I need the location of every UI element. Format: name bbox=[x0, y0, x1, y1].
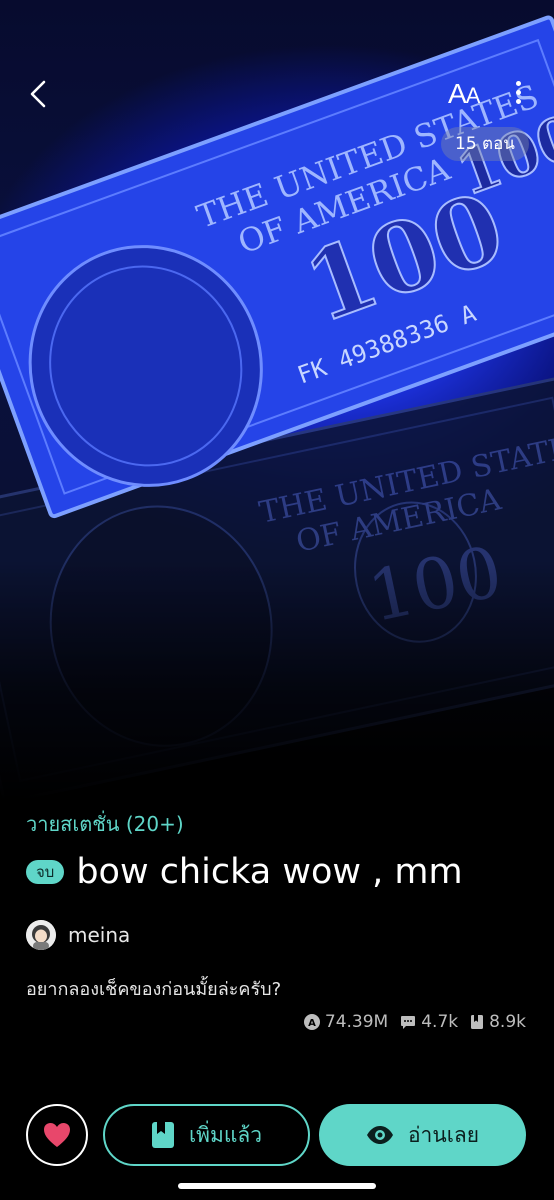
back-button[interactable] bbox=[22, 76, 58, 112]
font-size-label: A bbox=[448, 78, 467, 109]
story-description: อยากลองเช็คของก่อนมั้ยล่ะครับ? bbox=[26, 979, 282, 1000]
comments-count: 4.7k bbox=[421, 1012, 459, 1032]
home-indicator[interactable] bbox=[178, 1183, 376, 1189]
add-to-shelf-button[interactable]: เพิ่มแล้ว bbox=[103, 1104, 310, 1166]
status-badge: จบ bbox=[26, 860, 65, 884]
author-name[interactable]: meina bbox=[68, 923, 130, 947]
book-icon bbox=[471, 1015, 484, 1029]
story-title: bow chicka wow , mm bbox=[76, 852, 463, 892]
font-size-label-small: A bbox=[465, 83, 481, 108]
views-icon: A bbox=[303, 1014, 320, 1030]
eye-icon bbox=[366, 1125, 394, 1145]
cover-image: THE UNITED STATES OF AMERICA 100 THE UNI… bbox=[0, 0, 554, 800]
author-avatar[interactable] bbox=[26, 920, 56, 950]
font-size-button[interactable]: AA bbox=[448, 78, 481, 110]
author-row[interactable]: meina bbox=[26, 920, 130, 950]
episode-count-badge: 15 ตอน bbox=[441, 127, 529, 161]
read-now-label: อ่านเลย bbox=[407, 1122, 480, 1147]
like-button[interactable] bbox=[26, 1104, 88, 1166]
add-to-shelf-label: เพิ่มแล้ว bbox=[188, 1122, 263, 1147]
bookmarks-count: 8.9k bbox=[489, 1012, 526, 1032]
dot-icon bbox=[515, 90, 521, 95]
heart-icon bbox=[44, 1123, 70, 1147]
dot-icon bbox=[515, 99, 521, 104]
genre-label[interactable]: วายสเตชั่น (20+) bbox=[26, 808, 184, 840]
views-count: 74.39M bbox=[324, 1012, 389, 1032]
svg-text:A: A bbox=[308, 1018, 316, 1029]
dot-icon bbox=[515, 81, 521, 86]
comment-icon bbox=[401, 1016, 416, 1029]
title-row: จบ bow chicka wow , mm bbox=[26, 852, 463, 892]
story-stats: A 74.39M 4.7k 8.9k bbox=[292, 1012, 526, 1032]
bookmarks-stat: 8.9k bbox=[470, 1012, 526, 1032]
read-now-button[interactable]: อ่านเลย bbox=[319, 1104, 526, 1166]
chevron-left-icon bbox=[30, 80, 46, 108]
comments-stat: 4.7k bbox=[400, 1012, 458, 1032]
bookmark-book-icon bbox=[151, 1121, 175, 1149]
more-options-button[interactable] bbox=[506, 78, 530, 110]
views-stat: A 74.39M bbox=[303, 1012, 389, 1032]
